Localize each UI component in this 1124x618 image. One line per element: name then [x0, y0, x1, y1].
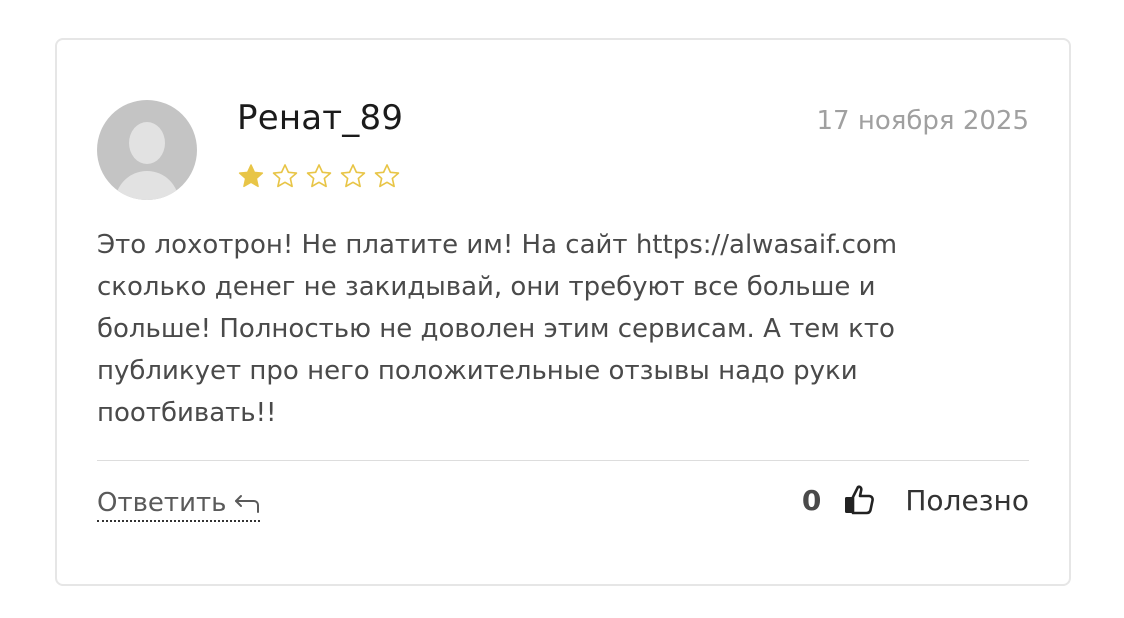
reply-arrow-icon: [235, 495, 260, 513]
helpful-section: 0 Полезно: [802, 482, 1029, 518]
rating-stars: [237, 162, 401, 190]
reply-label: Ответить: [97, 488, 227, 518]
avatar-head: [129, 122, 165, 164]
star-empty-icon: [340, 164, 366, 188]
author-name: Ренат_89: [237, 98, 404, 138]
star-empty-icon: [374, 164, 400, 188]
star-empty-icon: [306, 164, 332, 188]
reply-button[interactable]: Ответить: [97, 488, 261, 522]
helpful-count: 0: [801, 483, 822, 517]
review-card: Ренат_89 17 ноября 2025 Это лохотрон! Не…: [55, 38, 1071, 586]
avatar: [97, 100, 197, 200]
thumbs-up-icon[interactable]: [841, 482, 877, 518]
helpful-button[interactable]: Полезно: [905, 484, 1029, 517]
star-filled-icon: [238, 164, 264, 188]
divider: [97, 460, 1029, 461]
avatar-body: [115, 171, 179, 200]
review-text: Это лохотрон! Не платите им! На сайт htt…: [97, 230, 898, 428]
star-empty-icon: [272, 164, 298, 188]
review-date: 17 ноября 2025: [816, 106, 1029, 136]
